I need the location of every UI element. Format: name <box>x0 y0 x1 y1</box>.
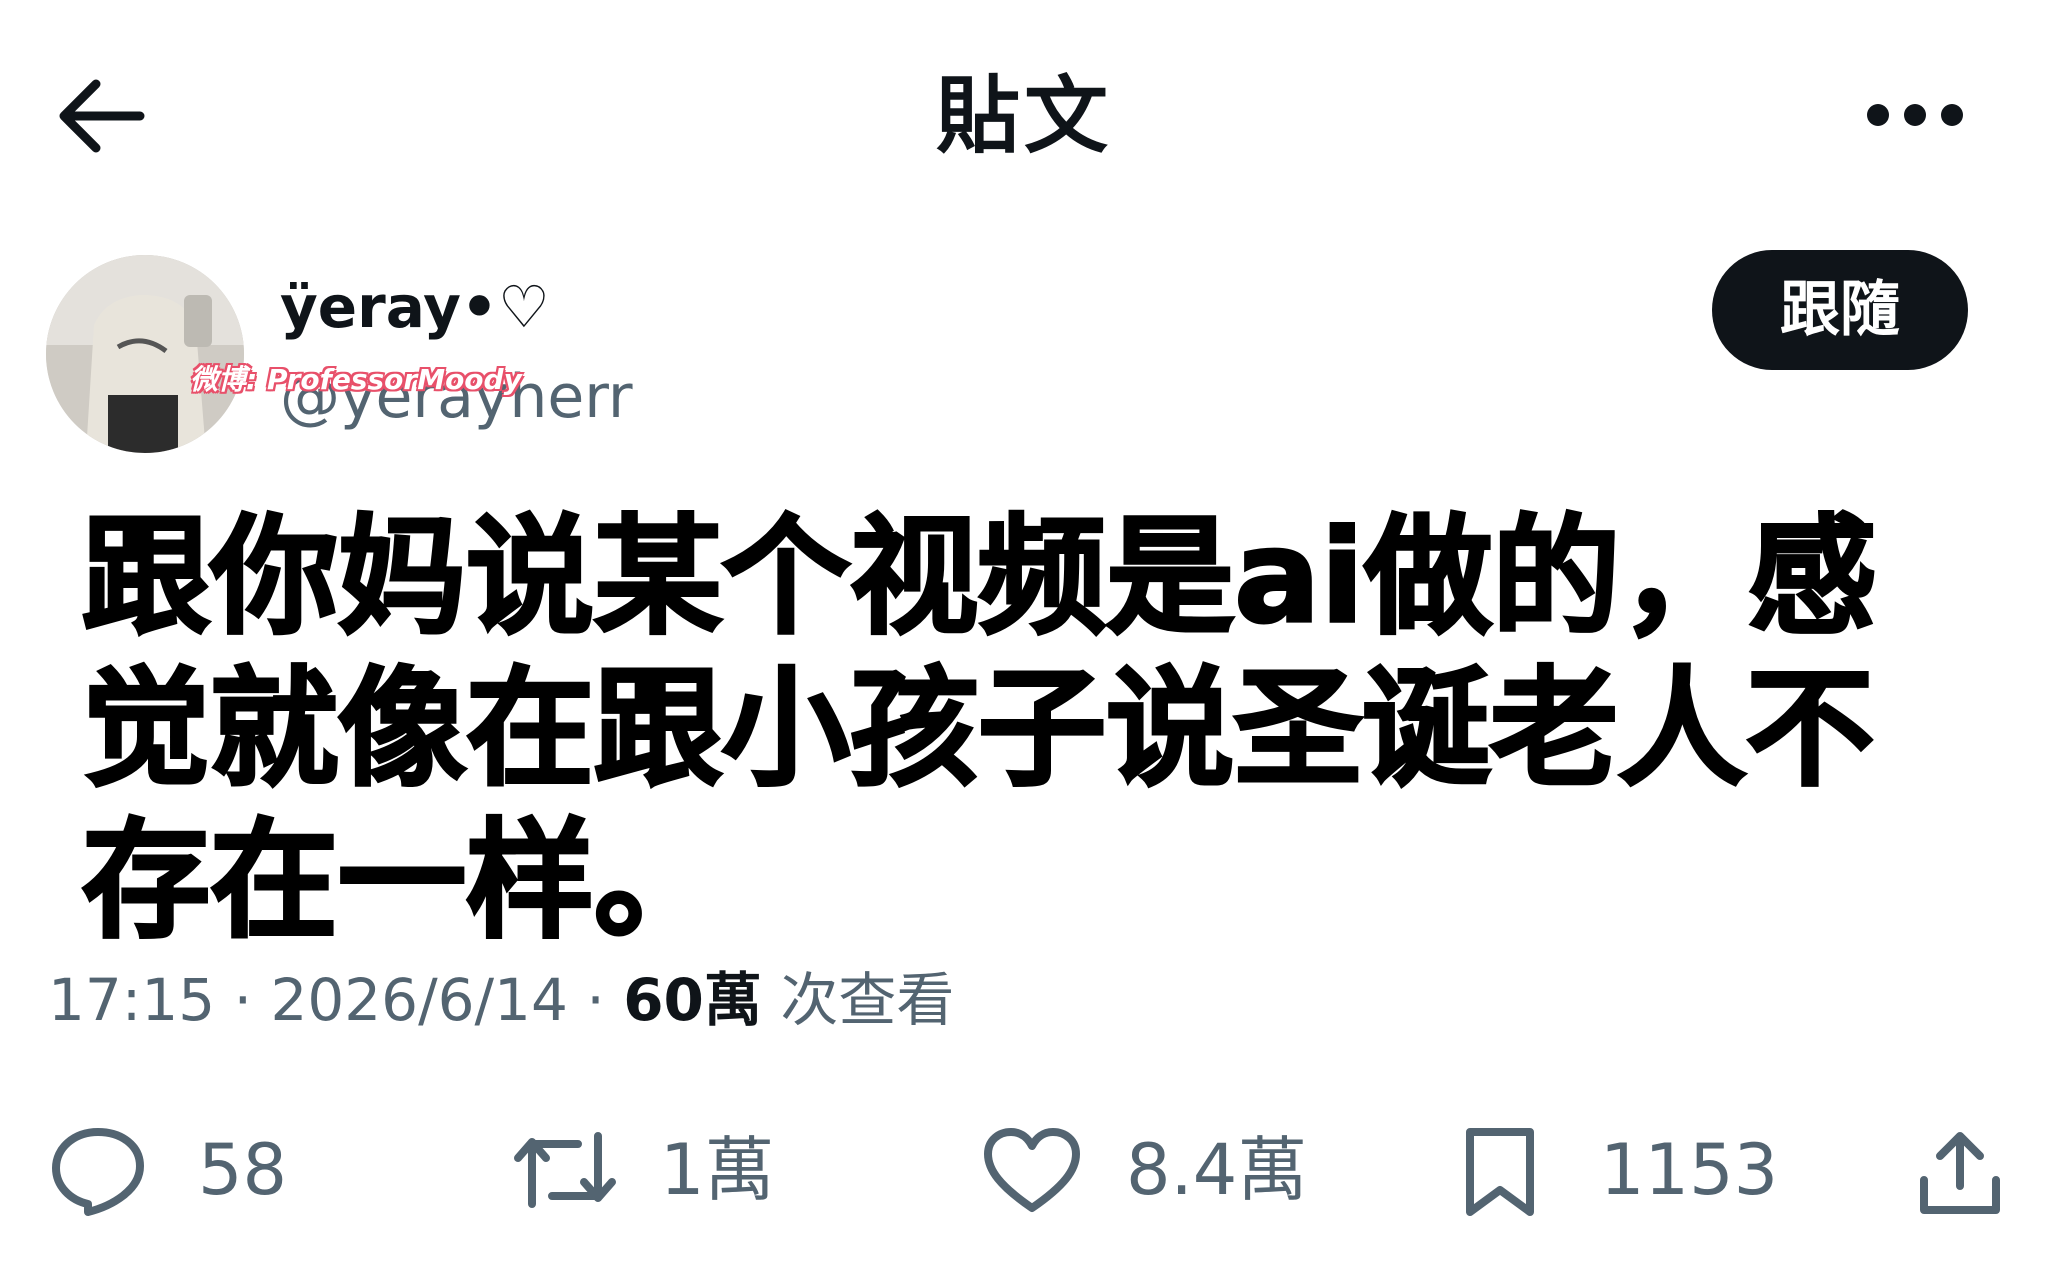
action-bar: 58 1萬 8.4萬 1153 <box>0 1110 2048 1230</box>
heart-icon <box>984 1128 1080 1212</box>
share-icon <box>1920 1132 2000 1214</box>
follow-button[interactable]: 跟隨 <box>1712 250 1968 370</box>
more-dots-icon <box>1867 104 1963 126</box>
page-title: 貼文 <box>935 67 1112 165</box>
like-button[interactable]: 8.4萬 <box>980 1110 1320 1230</box>
watermark-text: 微博: ProfessorMoody <box>190 363 522 396</box>
share-button[interactable] <box>1912 1110 2012 1230</box>
top-bar: 貼文 <box>0 0 2048 230</box>
repost-icon <box>514 1132 616 1208</box>
reply-count: 58 <box>198 1129 288 1211</box>
bookmark-button[interactable]: 1153 <box>1458 1110 1778 1230</box>
tweet-text: 跟你妈说某个视频是ai做的，感觉就像在跟小孩子说圣诞老人不存在一样。 <box>81 502 1878 958</box>
more-options-button[interactable] <box>1860 80 1970 150</box>
tweet-time[interactable]: 17:15 <box>48 966 215 1034</box>
author-display-name[interactable]: ÿeray•♡ <box>280 272 550 342</box>
avatar-photo <box>46 255 244 453</box>
views-count[interactable]: 60萬 <box>623 966 762 1034</box>
avatar[interactable] <box>46 255 244 453</box>
like-count: 8.4萬 <box>1126 1129 1308 1211</box>
meta-separator: · <box>586 966 624 1034</box>
tweet-date[interactable]: 2026/6/14 <box>270 966 567 1034</box>
repost-count: 1萬 <box>660 1129 775 1211</box>
tweet-meta: 17:15 · 2026/6/14 · 60萬 次查看 <box>48 960 954 1040</box>
bookmark-icon <box>1466 1128 1534 1216</box>
reply-icon <box>52 1128 144 1216</box>
reply-button[interactable]: 58 <box>48 1110 308 1230</box>
bookmark-count: 1153 <box>1600 1129 1779 1211</box>
repost-button[interactable]: 1萬 <box>510 1110 810 1230</box>
views-label: 次查看 <box>780 966 955 1034</box>
meta-separator: · <box>233 966 271 1034</box>
